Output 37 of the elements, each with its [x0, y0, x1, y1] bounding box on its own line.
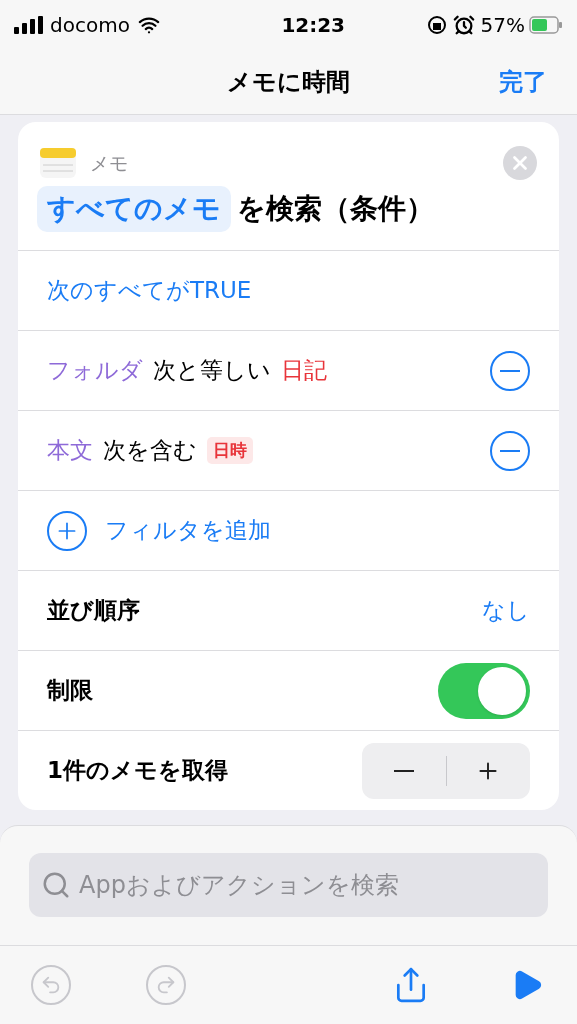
search-icon	[41, 870, 71, 900]
orientation-lock-icon	[426, 15, 447, 35]
redo-icon	[155, 974, 177, 996]
add-filter-link[interactable]: フィルタを追加	[105, 513, 271, 548]
filter-property[interactable]: 本文	[47, 433, 93, 468]
minus-icon	[500, 369, 520, 372]
undo-icon	[40, 974, 62, 996]
variable-token[interactable]: 日時	[207, 436, 253, 465]
filter-operator[interactable]: 次と等しい	[153, 353, 271, 388]
done-button[interactable]: 完了	[499, 64, 547, 100]
app-name: メモ	[90, 150, 128, 176]
remove-button[interactable]	[490, 350, 530, 391]
setting-value[interactable]: なし	[482, 593, 530, 628]
minus-icon	[393, 769, 414, 772]
page-title: メモに時間	[227, 67, 350, 98]
notes-app-icon	[40, 148, 76, 178]
condition-mode[interactable]: 次のすべてがTRUE	[47, 273, 252, 308]
filter-value[interactable]: 日記	[281, 353, 327, 388]
filter-operator[interactable]: 次を含む	[103, 433, 197, 468]
wifi-icon	[137, 14, 160, 36]
remove-button[interactable]	[490, 430, 530, 471]
setting-label: 並び順序	[47, 596, 140, 626]
minus-icon	[500, 449, 520, 452]
setting-label: 制限	[47, 676, 93, 706]
battery-percent: 57%	[480, 12, 525, 39]
search-field[interactable]: Appおよびアクションを検索	[29, 853, 548, 917]
filter-property[interactable]: フォルダ	[47, 353, 143, 388]
signal-icon	[14, 16, 44, 34]
close-button[interactable]	[503, 146, 537, 180]
clock: 12:23	[280, 12, 346, 39]
parameter-token[interactable]: すべてのメモ	[37, 186, 231, 232]
carrier-name: docomo	[50, 12, 130, 39]
add-icon[interactable]	[47, 510, 87, 551]
action-title: を検索（条件）	[237, 191, 434, 227]
setting-label: 1件のメモを取得	[47, 756, 228, 786]
battery-icon	[529, 16, 563, 34]
alarm-icon	[452, 14, 475, 36]
